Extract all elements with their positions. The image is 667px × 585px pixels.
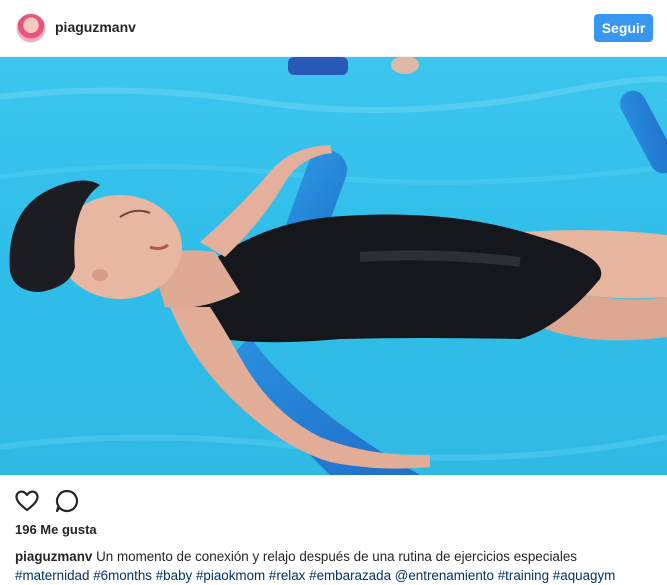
- follow-button[interactable]: Seguir: [594, 14, 653, 42]
- hashtag-list: #maternidad #6months #baby #piaokmom #re…: [15, 568, 615, 583]
- hashtag-link[interactable]: #piaokmom: [196, 568, 265, 583]
- likes-count[interactable]: 196 Me gusta: [15, 522, 97, 537]
- hashtag-link[interactable]: #6months: [93, 568, 152, 583]
- caption-text: Un momento de conexión y relajo después …: [96, 549, 577, 564]
- caption-username[interactable]: piaguzmanv: [15, 549, 92, 564]
- pool-photo-illustration: [0, 57, 667, 475]
- hashtag-link[interactable]: #relax: [269, 568, 305, 583]
- post-photo[interactable]: [0, 57, 667, 475]
- hashtag-link[interactable]: #embarazada: [309, 568, 391, 583]
- comment-bubble-icon[interactable]: [54, 488, 80, 514]
- hashtag-link[interactable]: #training: [498, 568, 549, 583]
- heart-icon[interactable]: [14, 488, 40, 514]
- hashtag-link[interactable]: #maternidad: [15, 568, 89, 583]
- post-header: piaguzmanv Seguir: [0, 0, 667, 57]
- hashtag-link[interactable]: #aquagym: [553, 568, 616, 583]
- hashtag-link[interactable]: #baby: [156, 568, 192, 583]
- avatar[interactable]: [16, 13, 46, 43]
- post-username[interactable]: piaguzmanv: [55, 19, 136, 35]
- mention-link[interactable]: @entrenamiento: [395, 568, 494, 583]
- post-caption: piaguzmanv Un momento de conexión y rela…: [15, 547, 655, 585]
